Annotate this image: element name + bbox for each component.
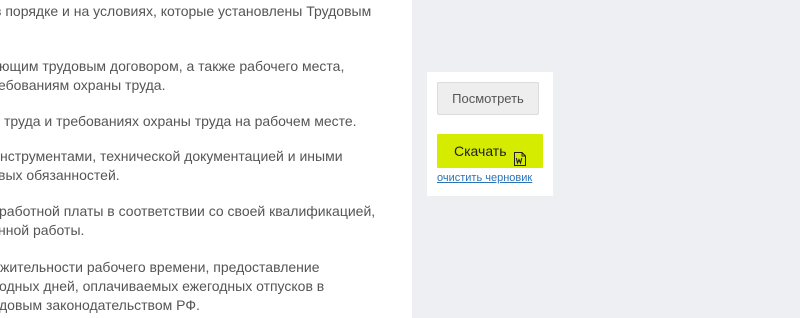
document-line: одных дней, оплачиваемых ежегодных отпус… [0,278,325,294]
document-line: вых обязанностей. [0,167,120,183]
document-line: нной работы. [0,222,85,238]
document-text-panel: в порядке и на условиях, которые установ… [0,0,412,318]
clear-draft-link[interactable]: очистить черновик [437,171,532,185]
download-button-label: Скачать [454,143,507,159]
document-actions-panel: Посмотреть Скачать очистить черновик [427,72,553,196]
page: в порядке и на условиях, которые установ… [0,0,800,318]
word-document-icon [514,144,526,166]
view-button[interactable]: Посмотреть [437,82,539,115]
document-line: ющим трудовым договором, а также рабочег… [0,58,345,74]
document-line: труда и требованиях охраны труда на рабо… [4,113,357,129]
document-line: ебованиям охраны труда. [0,77,166,93]
download-button[interactable]: Скачать [437,134,543,168]
document-line: нструментами, технической документацией … [0,148,343,164]
document-line: жительности рабочего времени, предоставл… [0,259,320,275]
document-line: работной платы в соответствии со своей к… [0,203,376,219]
document-line: довым законодательством РФ. [0,297,200,313]
document-line: в порядке и на условиях, которые установ… [0,3,372,19]
